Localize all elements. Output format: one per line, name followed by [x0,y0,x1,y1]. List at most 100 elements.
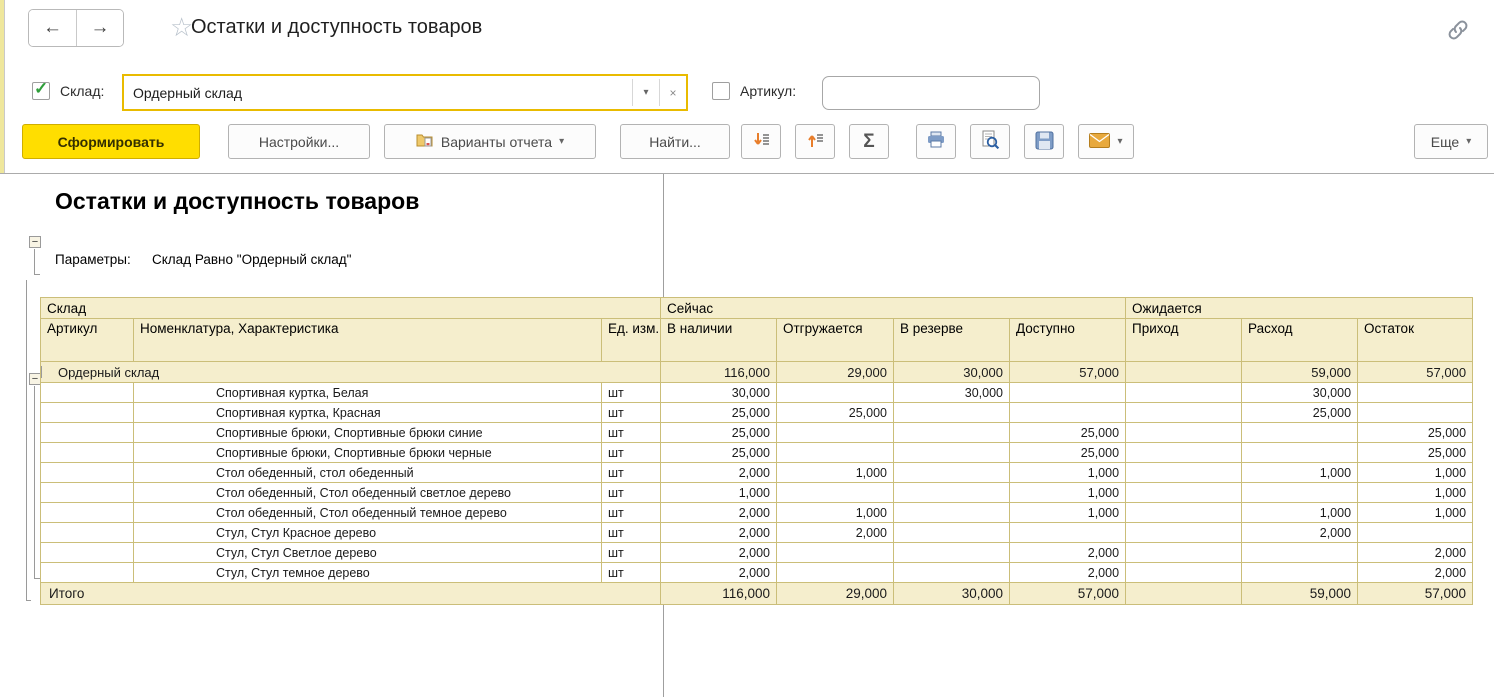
col-header-income[interactable]: Приход [1125,318,1243,362]
cell-value[interactable]: 2,000 [1008,562,1127,583]
cell-nomenclature[interactable]: Стол обеденный, Стол обеденный темное де… [133,502,602,523]
totals-button[interactable]: Σ [849,124,889,159]
col-header-unit[interactable]: Ед. изм. [601,318,661,362]
save-button[interactable] [1024,124,1064,159]
cell-value[interactable]: 2,000 [660,502,777,523]
generate-button[interactable]: Сформировать [22,124,200,159]
cell-value[interactable]: 29,000 [776,582,894,605]
cell-value[interactable]: 1,000 [1357,482,1474,503]
cell-value[interactable]: 25,000 [1008,422,1127,443]
total-label[interactable]: Итого [40,582,661,605]
report-variants-button[interactable]: Варианты отчета ▾ [384,124,596,159]
cell-unit[interactable]: шт [601,382,661,403]
cell-value[interactable] [1125,361,1243,383]
cell-value[interactable] [1125,382,1243,403]
cell-value[interactable]: 30,000 [893,361,1010,383]
warehouse-combo-field[interactable]: Ордерный склад ▾ × [122,74,688,111]
cell-value[interactable]: 57,000 [1008,582,1127,605]
params-collapse-toggle[interactable]: − [29,236,41,248]
col-header-artikul[interactable]: Артикул [40,318,134,362]
more-button[interactable]: Еще ▾ [1414,124,1488,159]
cell-value[interactable] [1241,562,1359,583]
cell-value[interactable] [893,462,1010,483]
cell-value[interactable] [893,422,1010,443]
cell-value[interactable]: 25,000 [1008,442,1127,463]
cell-value[interactable] [1125,562,1243,583]
cell-artikul[interactable] [40,562,134,583]
cell-nomenclature[interactable]: Спортивные брюки, Спортивные брюки черны… [133,442,602,463]
cell-value[interactable]: 2,000 [660,542,777,563]
cell-value[interactable]: 25,000 [660,402,777,423]
cell-nomenclature[interactable]: Спортивная куртка, Красная [133,402,602,423]
cell-nomenclature[interactable]: Стол обеденный, Стол обеденный светлое д… [133,482,602,503]
cell-value[interactable]: 2,000 [660,522,777,543]
article-input[interactable] [822,76,1040,110]
get-link-icon[interactable] [1446,18,1470,47]
cell-unit[interactable]: шт [601,542,661,563]
col-header-nomenklatura[interactable]: Номенклатура, Характеристика [133,318,602,362]
cell-nomenclature[interactable]: Стул, Стул Красное дерево [133,522,602,543]
cell-value[interactable]: 25,000 [1357,442,1474,463]
cell-value[interactable]: 1,000 [1357,462,1474,483]
back-button[interactable]: ← [29,10,76,46]
forward-button[interactable]: → [76,10,123,46]
col-header-balance[interactable]: Остаток [1357,318,1474,362]
cell-value[interactable]: 116,000 [660,361,777,383]
cell-value[interactable]: 2,000 [1008,542,1127,563]
cell-value[interactable]: 2,000 [776,522,894,543]
cell-value[interactable]: 57,000 [1357,582,1474,605]
cell-value[interactable]: 1,000 [1241,502,1359,523]
cell-value[interactable] [776,562,894,583]
preview-button[interactable] [970,124,1010,159]
cell-artikul[interactable] [40,402,134,423]
col-header-reserve[interactable]: В резерве [893,318,1010,362]
cell-value[interactable]: 30,000 [893,582,1010,605]
cell-artikul[interactable] [40,422,134,443]
cell-value[interactable] [1008,402,1127,423]
cell-value[interactable] [1125,542,1243,563]
cell-value[interactable] [776,382,894,403]
cell-value[interactable]: 25,000 [1357,422,1474,443]
cell-value[interactable]: 116,000 [660,582,777,605]
cell-value[interactable]: 59,000 [1241,582,1359,605]
cell-nomenclature[interactable]: Спортивные брюки, Спортивные брюки синие [133,422,602,443]
cell-value[interactable] [893,442,1010,463]
find-button[interactable]: Найти... [620,124,730,159]
cell-artikul[interactable] [40,482,134,503]
cell-value[interactable]: 1,000 [776,462,894,483]
collapse-groups-button[interactable] [741,124,781,159]
cell-value[interactable]: 25,000 [776,402,894,423]
cell-value[interactable]: 2,000 [1357,542,1474,563]
expand-groups-button[interactable] [795,124,835,159]
cell-nomenclature[interactable]: Стул, Стул Светлое дерево [133,542,602,563]
cell-value[interactable]: 30,000 [893,382,1010,403]
cell-value[interactable]: 1,000 [1008,482,1127,503]
cell-unit[interactable]: шт [601,522,661,543]
cell-value[interactable]: 1,000 [1357,502,1474,523]
cell-value[interactable] [1241,442,1359,463]
cell-artikul[interactable] [40,502,134,523]
group-row-collapse-toggle[interactable]: − [41,366,42,378]
cell-value[interactable] [1241,422,1359,443]
cell-unit[interactable]: шт [601,462,661,483]
cell-value[interactable] [893,482,1010,503]
cell-value[interactable]: 30,000 [660,382,777,403]
cell-value[interactable] [1125,522,1243,543]
group-row-label-cell[interactable]: − Ордерный склад [40,361,661,383]
group-header-now[interactable]: Сейчас [659,297,1127,319]
cell-value[interactable]: 25,000 [1241,402,1359,423]
cell-value[interactable] [1125,422,1243,443]
cell-unit[interactable]: шт [601,562,661,583]
cell-value[interactable] [1008,522,1127,543]
col-header-shipping[interactable]: Отгружается [776,318,894,362]
cell-value[interactable] [1241,482,1359,503]
cell-value[interactable]: 25,000 [660,442,777,463]
cell-value[interactable] [893,402,1010,423]
cell-value[interactable] [893,522,1010,543]
cell-value[interactable] [1125,582,1243,605]
cell-value[interactable] [776,422,894,443]
cell-value[interactable] [1241,542,1359,563]
cell-unit[interactable]: шт [601,442,661,463]
cell-value[interactable] [1357,522,1474,543]
cell-value[interactable]: 59,000 [1241,361,1359,383]
